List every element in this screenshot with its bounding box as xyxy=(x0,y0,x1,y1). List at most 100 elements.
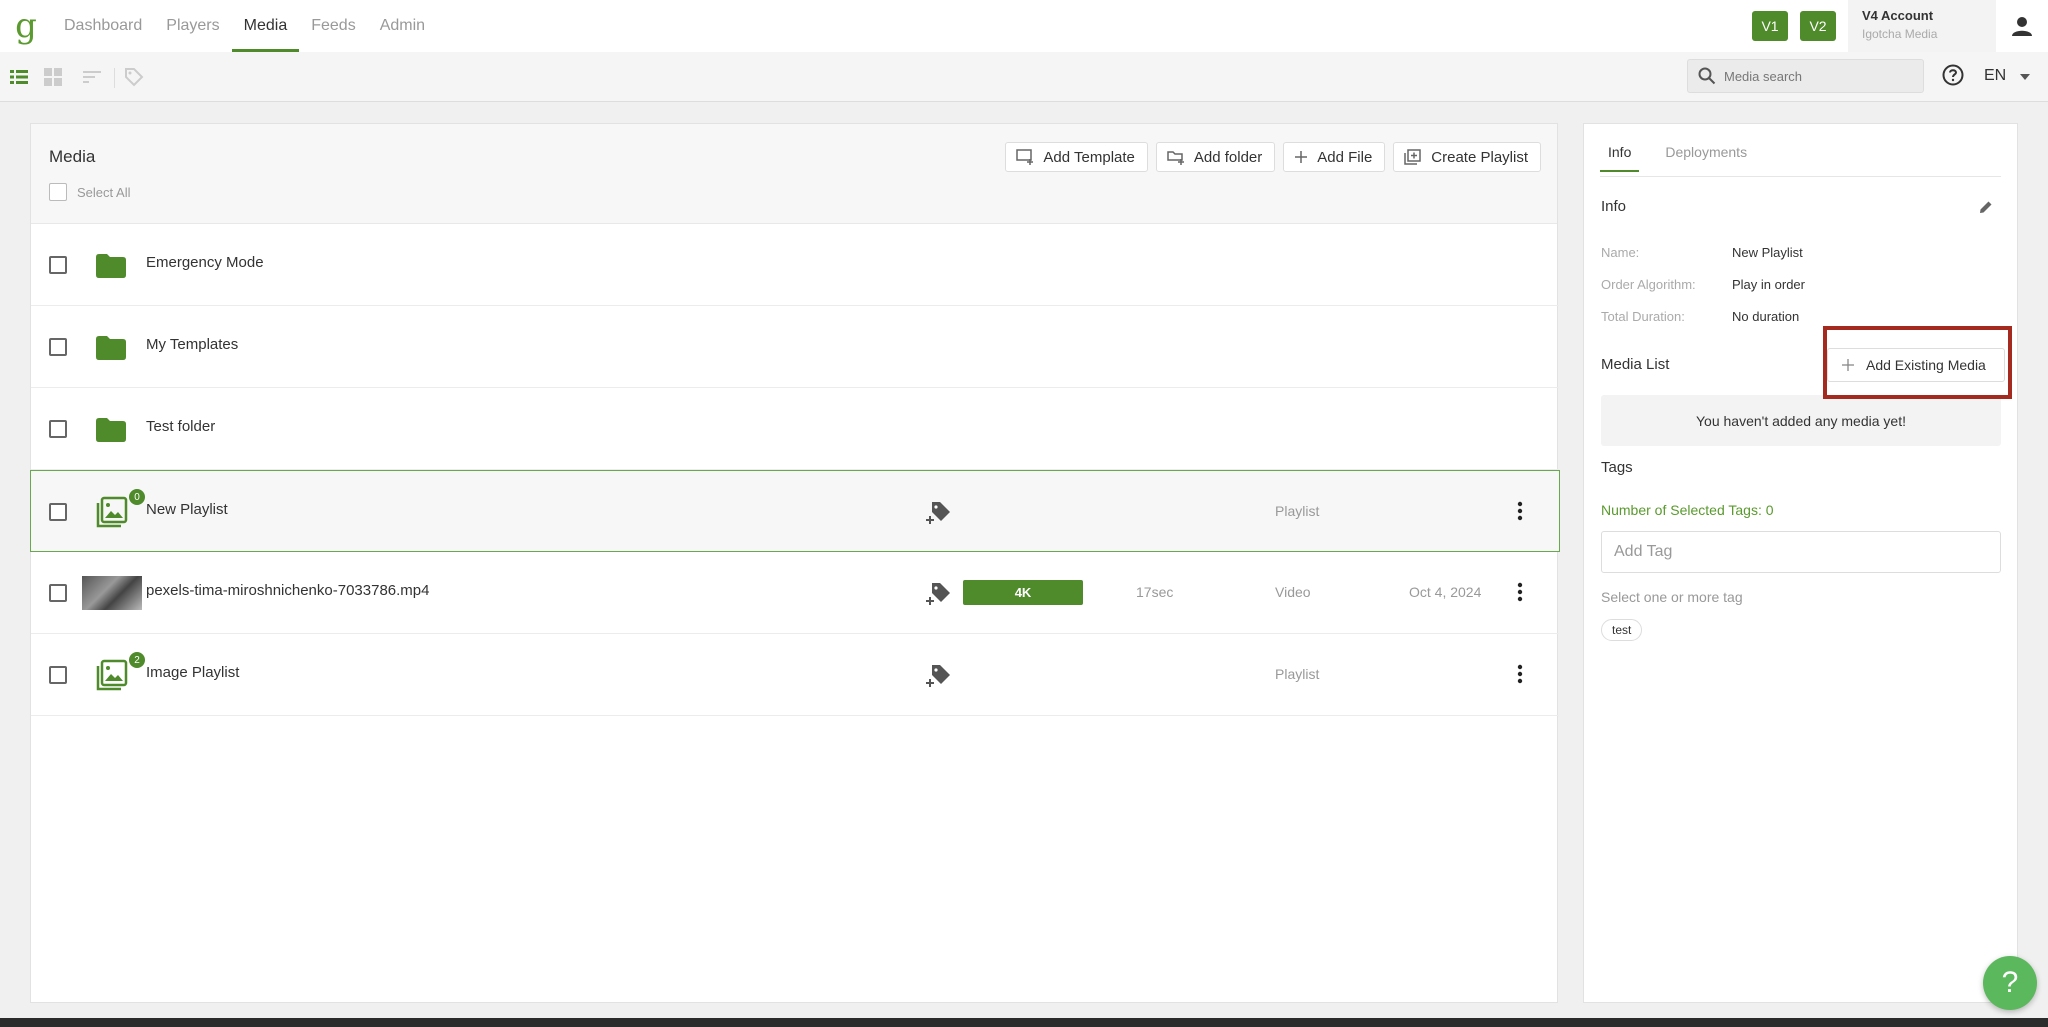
search-icon xyxy=(1698,67,1716,85)
add-template-icon xyxy=(1016,149,1034,165)
v2-button[interactable]: V2 xyxy=(1800,11,1836,41)
more-options-icon[interactable] xyxy=(1517,582,1523,602)
highlight-box xyxy=(1823,326,2012,399)
row-checkbox[interactable] xyxy=(49,503,67,521)
add-folder-button[interactable]: Add folder xyxy=(1155,142,1276,172)
add-file-label: Add File xyxy=(1317,148,1373,166)
media-row-playlist-selected[interactable]: 0 New Playlist Playlist xyxy=(30,470,1560,552)
language-selector[interactable]: EN xyxy=(1984,67,2006,85)
media-actions: Add Template Add folder Add File Create … xyxy=(1005,142,1541,172)
row-checkbox[interactable] xyxy=(49,256,67,274)
tag-chip[interactable]: test xyxy=(1601,619,1643,641)
folder-icon xyxy=(96,418,126,442)
item-count-badge: 0 xyxy=(129,489,145,505)
help-icon[interactable] xyxy=(1942,64,1964,86)
media-panel: Media Select All Add Template Add folder… xyxy=(30,123,1560,1003)
nav-feeds[interactable]: Feeds xyxy=(299,0,367,52)
folder-icon xyxy=(96,254,126,278)
tab-deployments[interactable]: Deployments xyxy=(1665,144,1747,172)
add-tag-input[interactable]: Add Tag xyxy=(1601,531,2001,573)
media-title: Media xyxy=(49,147,96,166)
account-org: Igotcha Media xyxy=(1862,27,1938,41)
pencil-icon[interactable] xyxy=(1978,199,1994,215)
playlist-icon xyxy=(96,659,128,691)
row-checkbox[interactable] xyxy=(49,420,67,438)
tag-filter-icon[interactable] xyxy=(124,67,144,87)
tags-title: Tags xyxy=(1601,459,1633,476)
row-date: Oct 4, 2024 xyxy=(1409,584,1482,600)
media-row-folder[interactable]: My Templates xyxy=(31,306,1559,388)
add-template-button[interactable]: Add Template xyxy=(1005,142,1148,172)
add-tag-icon[interactable] xyxy=(926,582,952,606)
select-all-box[interactable] xyxy=(49,183,67,201)
bottom-edge xyxy=(0,1018,2048,1027)
add-file-button[interactable]: Add File xyxy=(1283,142,1386,172)
select-all-checkbox[interactable]: Select All xyxy=(49,183,130,201)
add-folder-label: Add folder xyxy=(1193,148,1263,166)
add-folder-icon xyxy=(1167,151,1184,165)
row-checkbox[interactable] xyxy=(49,338,67,356)
info-section-title: Info xyxy=(1601,198,1627,215)
v1-button[interactable]: V1 xyxy=(1752,11,1788,41)
selected-tags-count: Number of Selected Tags: 0 xyxy=(1601,502,1774,518)
nav-admin[interactable]: Admin xyxy=(368,0,437,52)
nav-media[interactable]: Media xyxy=(231,0,300,52)
select-tag-hint: Select one or more tag xyxy=(1601,589,1743,605)
row-type: Video xyxy=(1275,584,1311,600)
user-avatar-icon[interactable] xyxy=(1996,0,2048,52)
nav-dashboard[interactable]: Dashboard xyxy=(52,0,154,52)
more-options-icon[interactable] xyxy=(1517,664,1523,684)
empty-media-message: You haven't added any media yet! xyxy=(1601,395,2001,446)
name-value: New Playlist xyxy=(1732,245,1803,260)
name-label: Name: xyxy=(1601,245,1640,260)
tab-info[interactable]: Info xyxy=(1600,144,1640,172)
create-playlist-label: Create Playlist xyxy=(1431,148,1528,166)
create-playlist-button[interactable]: Create Playlist xyxy=(1393,142,1541,172)
row-name: Test folder xyxy=(146,418,216,435)
help-fab-button[interactable]: ? xyxy=(1983,956,2037,1010)
row-type: Playlist xyxy=(1275,503,1320,519)
add-template-label: Add Template xyxy=(1043,148,1135,166)
account-name: V4 Account xyxy=(1862,8,1934,23)
media-row-folder[interactable]: Test folder xyxy=(31,388,1559,470)
video-thumbnail xyxy=(82,576,142,610)
top-navbar: g Dashboard Players Media Feeds Admin V1… xyxy=(0,0,2048,52)
duration-label: Total Duration: xyxy=(1601,309,1685,324)
info-tabs: Info Deployments xyxy=(1600,144,1773,172)
duration-value: No duration xyxy=(1732,309,1800,324)
media-search-input[interactable]: Media search xyxy=(1687,59,1924,93)
playlist-icon xyxy=(96,496,128,528)
media-row-video[interactable]: pexels-tima-miroshnichenko-7033786.mp4 4… xyxy=(31,552,1559,634)
row-name: Image Playlist xyxy=(146,664,240,681)
chevron-down-icon[interactable] xyxy=(2020,74,2030,80)
media-row-folder[interactable]: Emergency Mode xyxy=(31,224,1559,306)
select-all-label: Select All xyxy=(77,184,131,200)
media-row-playlist[interactable]: 2 Image Playlist Playlist xyxy=(31,634,1559,716)
plus-icon xyxy=(1295,151,1308,163)
brand-logo[interactable]: g xyxy=(0,0,52,52)
grid-view-icon[interactable] xyxy=(43,67,63,87)
resolution-badge: 4K xyxy=(963,580,1083,605)
item-count-badge: 2 xyxy=(129,652,145,668)
add-tag-icon[interactable] xyxy=(926,501,952,525)
row-checkbox[interactable] xyxy=(49,666,67,684)
toolbar-divider xyxy=(114,68,115,88)
account-switcher[interactable]: V4 Account Igotcha Media xyxy=(1848,0,1996,52)
more-options-icon[interactable] xyxy=(1517,501,1523,521)
order-label: Order Algorithm: xyxy=(1601,277,1696,292)
row-name: Emergency Mode xyxy=(146,254,264,271)
row-checkbox[interactable] xyxy=(49,584,67,602)
tab-divider xyxy=(1600,176,2001,177)
row-name: My Templates xyxy=(146,336,239,353)
playlist-add-icon xyxy=(1404,149,1422,165)
search-placeholder: Media search xyxy=(1724,68,1803,84)
row-name: pexels-tima-miroshnichenko-7033786.mp4 xyxy=(146,582,430,599)
nav-players[interactable]: Players xyxy=(154,0,231,52)
folder-icon xyxy=(96,336,126,360)
list-view-icon[interactable] xyxy=(9,67,29,87)
info-panel: Info Deployments Info Name: New Playlist… xyxy=(1583,123,2018,1003)
media-list-title: Media List xyxy=(1601,356,1670,373)
add-tag-icon[interactable] xyxy=(926,664,952,688)
row-type: Playlist xyxy=(1275,666,1320,682)
sort-icon[interactable] xyxy=(82,67,102,87)
